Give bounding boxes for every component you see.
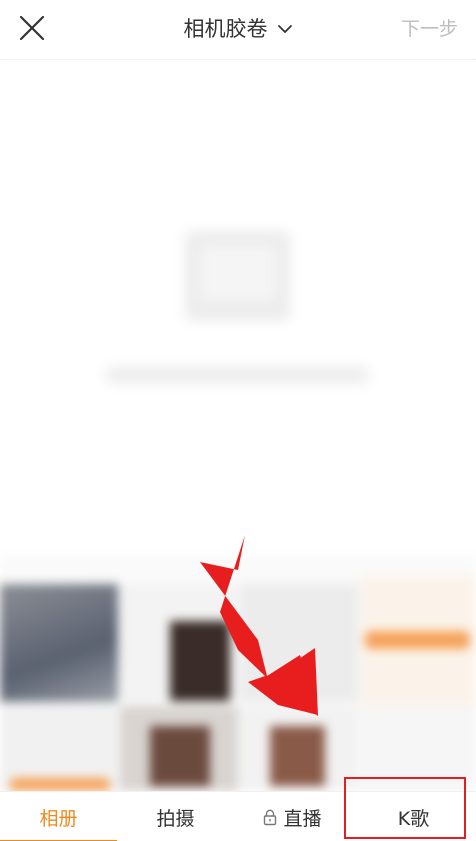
gallery-thumbnail[interactable] [270,726,325,786]
empty-image-placeholder-inner [200,246,275,301]
media-preview [0,61,476,556]
gallery-thumbnail[interactable] [240,584,358,702]
tab-album-label: 相册 [39,807,78,830]
next-step-button[interactable]: 下一步 [401,16,458,42]
photo-gallery [0,556,476,791]
gallery-thumbnail[interactable] [0,584,118,702]
gallery-thumbnail[interactable] [365,631,470,649]
tab-album[interactable]: 相册 [0,792,117,841]
lock-icon [264,809,277,825]
tab-live-label: 直播 [283,807,322,830]
gallery-thumbnail[interactable] [150,726,210,786]
empty-text-placeholder [105,366,370,384]
annotation-highlight-box [344,777,466,839]
gallery-thumbnail[interactable] [10,778,110,791]
tab-live[interactable]: 直播 [234,792,351,841]
top-bar: 相机胶卷 下一步 [0,0,476,60]
tab-shoot[interactable]: 拍摄 [117,792,234,841]
tab-shoot-label: 拍摄 [156,807,195,830]
chevron-down-icon [277,25,292,33]
album-title: 相机胶卷 [183,17,268,41]
gallery-thumbnail[interactable] [170,621,230,701]
